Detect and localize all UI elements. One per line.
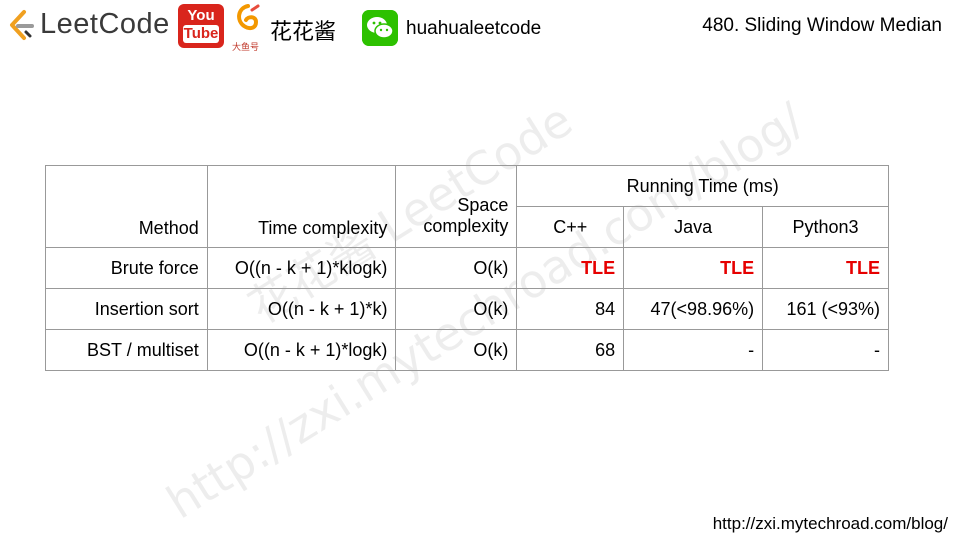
youtube-you-text: You xyxy=(187,7,215,24)
table-row: BST / multiset O((n - k + 1)*logk) O(k) … xyxy=(45,329,889,371)
cell-java: - xyxy=(623,329,764,371)
footer-url: http://zxi.mytechroad.com/blog/ xyxy=(712,514,948,533)
wechat-handle: huahualeetcode xyxy=(406,18,542,39)
header-python: Python3 xyxy=(762,206,889,248)
header-space-complexity: Space complexity xyxy=(395,165,518,248)
header-method: Method xyxy=(45,165,208,248)
header-space-line-2: complexity xyxy=(423,215,509,236)
cell-python: TLE xyxy=(762,247,889,289)
complexity-table: Method Time complexity Space complexity … xyxy=(45,165,889,371)
header-bar: LeetCode You Tube 大鱼号 花花酱 huahualeetcode… xyxy=(0,0,960,60)
cell-method: BST / multiset xyxy=(45,329,208,371)
cell-space: O(k) xyxy=(395,288,518,330)
cell-time: O((n - k + 1)*logk) xyxy=(206,329,397,371)
cell-cpp: 84 xyxy=(516,288,625,330)
header-cpp: C++ xyxy=(516,206,625,248)
cell-time: O((n - k + 1)*k) xyxy=(206,288,397,330)
header-running-time: Running Time (ms) xyxy=(516,165,889,207)
cell-time: O((n - k + 1)*klogk) xyxy=(206,247,397,289)
page-title: 480. Sliding Window Median xyxy=(702,15,942,36)
header-time-complexity: Time complexity xyxy=(206,165,397,248)
cell-java: 47(<98.96%) xyxy=(623,288,764,330)
header-space-line-1: Space xyxy=(457,194,509,215)
youtube-tube-text: Tube xyxy=(183,25,219,43)
cell-python: 161 (<93%) xyxy=(762,288,889,330)
cell-method: Brute force xyxy=(45,247,208,289)
dayuhao-label: 大鱼号 xyxy=(232,42,260,52)
table-row: Insertion sort O((n - k + 1)*k) O(k) 84 … xyxy=(45,288,889,330)
youtube-icon: You Tube xyxy=(178,4,224,48)
table-row: Brute force O((n - k + 1)*klogk) O(k) TL… xyxy=(45,247,889,289)
cell-space: O(k) xyxy=(395,329,518,371)
channel-name: 花花酱 xyxy=(270,20,337,45)
leetcode-logo-icon xyxy=(10,10,34,40)
wechat-icon xyxy=(362,10,398,46)
cell-python: - xyxy=(762,329,889,371)
cell-space: O(k) xyxy=(395,247,518,289)
header-java: Java xyxy=(623,206,764,248)
cell-cpp: 68 xyxy=(516,329,625,371)
leetcode-brand-text: LeetCode xyxy=(40,8,170,40)
cell-java: TLE xyxy=(623,247,764,289)
cell-cpp: TLE xyxy=(516,247,625,289)
table-header-row-1: Method Time complexity Space complexity … xyxy=(45,165,889,248)
cell-method: Insertion sort xyxy=(45,288,208,330)
